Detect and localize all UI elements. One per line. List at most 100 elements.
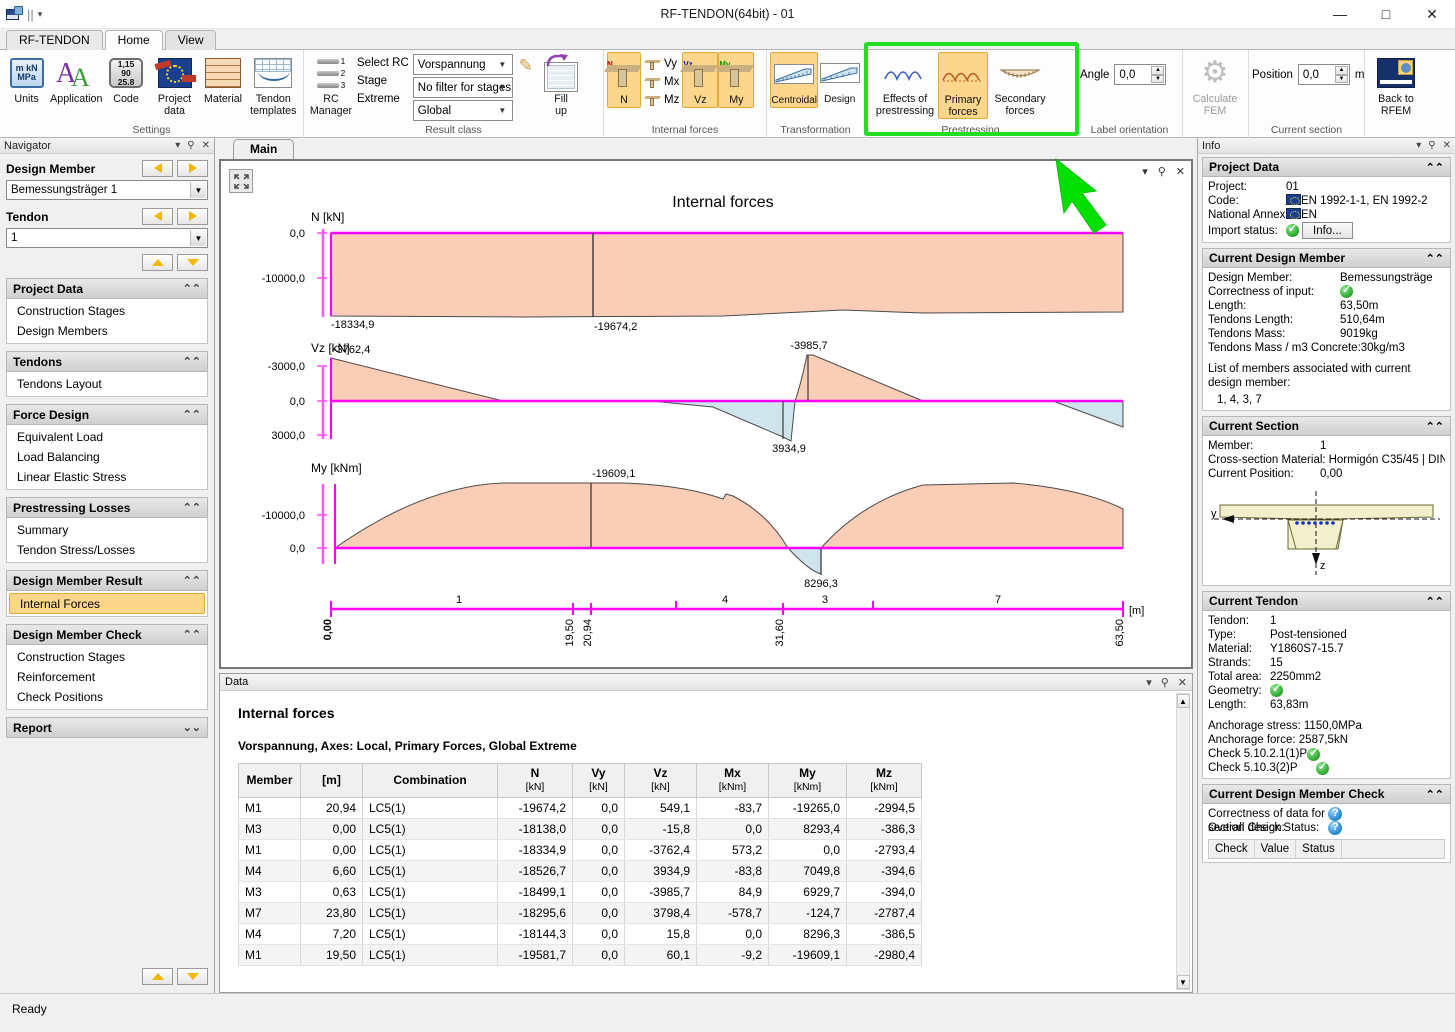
chevron-up-icon[interactable]: ⌃⌃ bbox=[1426, 161, 1444, 174]
primary-forces-button[interactable]: Primary forces bbox=[938, 52, 988, 119]
table-row[interactable]: M1 0,00 LC5(1) -18334,9 0,0 -3762,4 573,… bbox=[238, 839, 922, 861]
quick-access-toolbar[interactable]: || ▾ bbox=[0, 6, 42, 22]
nav-down-button[interactable] bbox=[177, 254, 208, 271]
application-button[interactable]: AA Application bbox=[50, 52, 102, 106]
table-row[interactable]: M7 23,80 LC5(1) -18295,6 0,0 3798,4 -578… bbox=[238, 902, 922, 924]
info-section-header-current-design-member[interactable]: Current Design Member ⌃⌃ bbox=[1202, 248, 1451, 268]
select-rc-combo[interactable]: Vorspannung ▼ bbox=[412, 54, 513, 75]
chevron-up-icon[interactable]: ⌃⌃ bbox=[183, 628, 201, 641]
chevron-up-icon[interactable]: ⌃⌃ bbox=[183, 574, 201, 587]
centroidal-button[interactable]: Centroidal bbox=[770, 52, 819, 108]
calculate-fem-button[interactable]: ⚙ Calculate FEM bbox=[1186, 52, 1244, 117]
table-row[interactable]: M4 7,20 LC5(1) -18144,3 0,0 15,8 0,0 829… bbox=[238, 923, 922, 945]
tendon-combo[interactable]: 1 ▼ bbox=[6, 228, 208, 248]
info-pin-icon[interactable]: ⚲ bbox=[1428, 140, 1435, 151]
table-row[interactable]: M1 19,50 LC5(1) -19581,7 0,0 60,1 -9,2 -… bbox=[238, 944, 922, 966]
material-button[interactable]: Material bbox=[199, 52, 246, 106]
section-header-project-data[interactable]: Project Data ⌃⌃ bbox=[6, 278, 208, 299]
nav-up-button[interactable] bbox=[142, 254, 173, 271]
internal-force-mz-button[interactable]: Mz bbox=[641, 91, 682, 108]
chevron-up-icon[interactable]: ⌃⌃ bbox=[1426, 252, 1444, 265]
internal-forces-table[interactable]: Member [m] Combination N [kN] Vy [kN] Vz [k… bbox=[238, 763, 922, 966]
section-header-report[interactable]: Report ⌄⌄ bbox=[6, 717, 208, 738]
project-data-button[interactable]: Project data bbox=[150, 52, 200, 117]
chevron-up-icon[interactable]: ⌃⌃ bbox=[183, 355, 201, 368]
maximize-button[interactable]: □ bbox=[1363, 0, 1409, 29]
sidebar-item-check-positions[interactable]: Check Positions bbox=[7, 687, 207, 707]
info-section-header-current-section[interactable]: Current Section ⌃⌃ bbox=[1202, 416, 1451, 436]
sidebar-item-load-balancing[interactable]: Load Balancing bbox=[7, 447, 207, 467]
tab-home[interactable]: Home bbox=[104, 30, 163, 51]
tab-rf-tendon[interactable]: RF-TENDON bbox=[6, 30, 103, 50]
chevron-down-icon[interactable]: ▼ bbox=[495, 78, 510, 97]
sidebar-item-reinforcement[interactable]: Reinforcement bbox=[7, 667, 207, 687]
table-row[interactable]: M1 20,94 LC5(1) -19674,2 0,0 549,1 -83,7… bbox=[238, 797, 922, 819]
angle-spinner[interactable]: ▲ ▼ bbox=[1151, 66, 1165, 83]
table-row[interactable]: M3 0,00 LC5(1) -18138,0 0,0 -15,8 0,0 82… bbox=[238, 818, 922, 840]
tab-main[interactable]: Main bbox=[233, 139, 295, 159]
fit-to-window-button[interactable] bbox=[229, 169, 253, 193]
sidebar-item-construction-stages[interactable]: Construction Stages bbox=[7, 301, 207, 321]
section-header-design-member-check[interactable]: Design Member Check ⌃⌃ bbox=[6, 624, 208, 645]
chevron-down-icon[interactable]: ▼ bbox=[495, 101, 510, 120]
viewport-close-icon[interactable]: ✕ bbox=[1176, 165, 1185, 178]
nav-footer-down-button[interactable] bbox=[177, 968, 208, 985]
internal-force-vy-button[interactable]: Vy bbox=[641, 55, 682, 72]
section-header-design-member-result[interactable]: Design Member Result ⌃⌃ bbox=[6, 570, 208, 591]
chevron-up-icon[interactable]: ⌃⌃ bbox=[183, 282, 201, 295]
qat-dropdown-icon[interactable]: ▾ bbox=[38, 9, 43, 20]
sidebar-item-tendon-stress-losses[interactable]: Tendon Stress/Losses bbox=[7, 540, 207, 560]
section-header-tendons[interactable]: Tendons ⌃⌃ bbox=[6, 351, 208, 372]
edit-result-class-button[interactable]: ✎ bbox=[513, 52, 537, 76]
chevron-up-icon[interactable]: ⌃⌃ bbox=[183, 408, 201, 421]
section-header-prestressing-losses[interactable]: Prestressing Losses ⌃⌃ bbox=[6, 497, 208, 518]
info-close-icon[interactable]: ✕ bbox=[1443, 140, 1451, 151]
back-to-rfem-button[interactable]: Back to RFEM bbox=[1368, 52, 1424, 117]
internal-force-my-button[interactable]: My My bbox=[716, 52, 755, 108]
chevron-up-icon[interactable]: ⌃⌃ bbox=[1426, 595, 1444, 608]
info-dropdown-icon[interactable]: ▾ bbox=[1416, 140, 1421, 151]
info-button[interactable]: Info... bbox=[1302, 222, 1353, 239]
nav-footer-up-button[interactable] bbox=[142, 968, 173, 985]
table-row[interactable]: M3 0,63 LC5(1) -18499,1 0,0 -3985,7 84,9… bbox=[238, 881, 922, 903]
internal-force-mx-button[interactable]: Mx bbox=[641, 73, 682, 90]
chevron-up-icon[interactable]: ⌃⌃ bbox=[1426, 788, 1444, 801]
design-member-combo[interactable]: Bemessungsträger 1 ▼ bbox=[6, 180, 208, 200]
chevron-up-icon[interactable]: ⌃⌃ bbox=[183, 501, 201, 514]
data-pin-icon[interactable]: ⚲ bbox=[1161, 676, 1169, 689]
code-button[interactable]: 1,15 90 25.8 Code bbox=[102, 52, 149, 106]
design-member-next-button[interactable] bbox=[177, 159, 208, 177]
sidebar-item-equivalent-load[interactable]: Equivalent Load bbox=[7, 427, 207, 447]
position-input[interactable]: 0,0 ▲ ▼ bbox=[1297, 64, 1350, 85]
secondary-forces-button[interactable]: Secondary forces bbox=[988, 52, 1052, 117]
effects-of-prestressing-button[interactable]: Effects of prestressing bbox=[872, 52, 938, 117]
viewport-dropdown-icon[interactable]: ▾ bbox=[1142, 165, 1148, 178]
sidebar-item-design-members[interactable]: Design Members bbox=[7, 321, 207, 341]
info-section-header-current-tendon[interactable]: Current Tendon ⌃⌃ bbox=[1202, 591, 1451, 611]
data-scrollbar[interactable]: ▲ ▼ bbox=[1176, 693, 1190, 990]
data-close-icon[interactable]: ✕ bbox=[1178, 676, 1187, 689]
stage-filter-combo[interactable]: No filter for stages ▼ bbox=[412, 77, 513, 98]
chevron-down-icon[interactable]: ▼ bbox=[495, 55, 510, 74]
sidebar-item-linear-elastic-stress[interactable]: Linear Elastic Stress bbox=[7, 467, 207, 487]
sidebar-item-summary[interactable]: Summary bbox=[7, 520, 207, 540]
design-button[interactable]: Design bbox=[818, 52, 861, 106]
scroll-up-button[interactable]: ▲ bbox=[1176, 694, 1190, 708]
section-header-force-design[interactable]: Force Design ⌃⌃ bbox=[6, 404, 208, 425]
info-section-header-project-data[interactable]: Project Data ⌃⌃ bbox=[1202, 157, 1451, 177]
diagram-viewport[interactable]: ▾ ⚲ ✕ Internal forces N [kN] 0,0 -10000,… bbox=[219, 159, 1193, 669]
scroll-down-button[interactable]: ▼ bbox=[1176, 975, 1190, 989]
angle-input[interactable]: 0,0 ▲ ▼ bbox=[1114, 64, 1167, 85]
data-dropdown-icon[interactable]: ▾ bbox=[1146, 676, 1152, 689]
navigator-dropdown-icon[interactable]: ▾ bbox=[175, 140, 180, 151]
sidebar-item-check-construction-stages[interactable]: Construction Stages bbox=[7, 647, 207, 667]
position-spinner[interactable]: ▲ ▼ bbox=[1334, 66, 1348, 83]
navigator-close-icon[interactable]: ✕ bbox=[202, 140, 210, 151]
tendon-templates-button[interactable]: Tendon templates bbox=[247, 52, 300, 117]
navigator-pin-icon[interactable]: ⚲ bbox=[187, 140, 194, 151]
extreme-combo[interactable]: Global ▼ bbox=[412, 100, 513, 121]
units-button[interactable]: m kN MPa Units bbox=[3, 52, 50, 106]
fill-up-button[interactable]: Fill up bbox=[537, 52, 585, 117]
sidebar-item-internal-forces[interactable]: Internal Forces bbox=[9, 593, 205, 614]
chevron-up-icon[interactable]: ⌃⌃ bbox=[1426, 420, 1444, 433]
